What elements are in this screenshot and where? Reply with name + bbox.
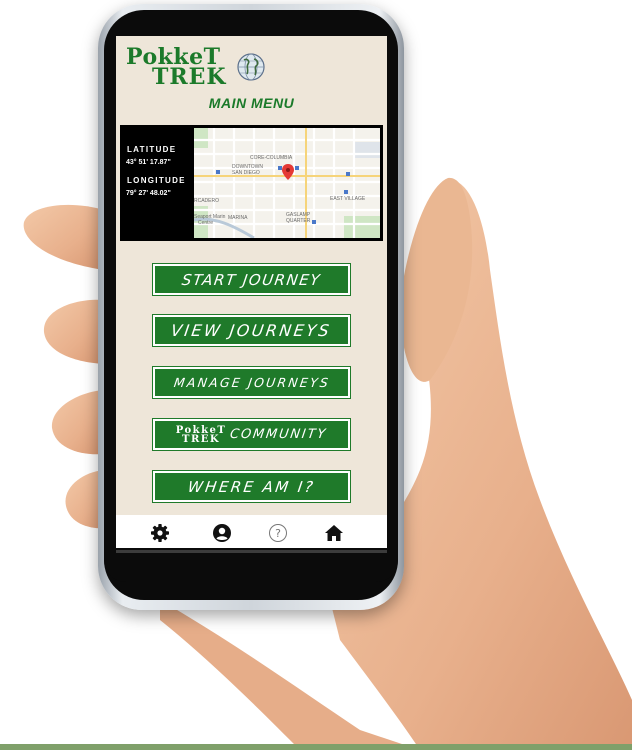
map-label-rcadero: RCADERO bbox=[194, 198, 219, 204]
manage-journeys-label: MANAGE JOURNEYS bbox=[172, 375, 331, 390]
svg-text:?: ? bbox=[275, 527, 281, 540]
map-label-seaport-2: Centre bbox=[198, 220, 213, 226]
where-am-i-label: WHERE AM I? bbox=[186, 477, 317, 496]
map-label-east-village: EAST VILLAGE bbox=[330, 196, 366, 202]
community-logo-line2: TREK bbox=[182, 433, 221, 445]
globe-icon bbox=[237, 53, 265, 81]
latitude-label: LATITUDE bbox=[127, 145, 177, 154]
community-button[interactable]: PokkeT TREK COMMUNITY bbox=[153, 419, 350, 450]
home-icon bbox=[325, 524, 343, 541]
view-journeys-button[interactable]: VIEW JOURNEYS bbox=[153, 315, 350, 346]
phone-chin bbox=[104, 548, 398, 582]
page-title: MAIN MENU bbox=[208, 95, 295, 111]
help-nav-button[interactable]: ? bbox=[258, 515, 298, 550]
map-label-gaslamp-2: QUARTER bbox=[286, 218, 311, 224]
coordinates-readout: LATITUDE 43° 51' 17.87" LONGITUDE 79° 27… bbox=[120, 125, 194, 241]
user-icon bbox=[213, 523, 231, 542]
home-nav-button[interactable] bbox=[314, 515, 354, 550]
bottom-strip bbox=[0, 744, 632, 750]
longitude-label: LONGITUDE bbox=[127, 176, 186, 185]
latitude-value: 43° 51' 17.87" bbox=[126, 159, 171, 166]
map-label-marina: MARINA bbox=[228, 215, 248, 221]
location-panel: LATITUDE 43° 51' 17.87" LONGITUDE 79° 27… bbox=[120, 125, 383, 241]
where-am-i-button[interactable]: WHERE AM I? bbox=[153, 471, 350, 502]
gear-icon bbox=[151, 523, 169, 542]
longitude-value: 79° 27' 48.02" bbox=[126, 190, 171, 197]
manage-journeys-button[interactable]: MANAGE JOURNEYS bbox=[153, 367, 350, 398]
start-journey-button[interactable]: START JOURNEY bbox=[153, 264, 350, 295]
view-journeys-label: VIEW JOURNEYS bbox=[170, 321, 333, 340]
bottom-nav: ? bbox=[116, 515, 387, 550]
help-icon: ? bbox=[269, 523, 287, 542]
profile-nav-button[interactable] bbox=[202, 515, 242, 550]
settings-nav-button[interactable] bbox=[140, 515, 180, 550]
community-label: COMMUNITY bbox=[229, 427, 329, 442]
community-logo: PokkeT TREK bbox=[176, 425, 227, 445]
map-view[interactable]: CORE-COLUMBIA DOWNTOWN SAN DIEGO EAST VI… bbox=[194, 128, 380, 238]
logo-text-line2: TREK bbox=[152, 64, 227, 90]
app-logo: PokkeT TREK bbox=[126, 44, 266, 90]
map-label-core-columbia: CORE-COLUMBIA bbox=[250, 155, 293, 161]
map-label-downtown-2: SAN DIEGO bbox=[232, 170, 260, 176]
app-screen: PokkeT TREK MAIN MENU LATITUDE 43° 51' 1… bbox=[116, 36, 387, 550]
start-journey-label: START JOURNEY bbox=[180, 270, 323, 289]
screen-bottom-edge bbox=[116, 550, 387, 553]
